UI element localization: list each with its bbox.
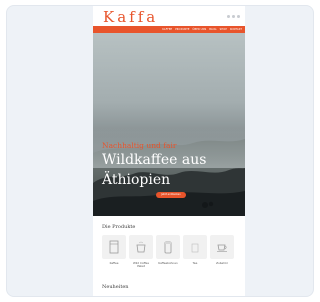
jar-icon — [164, 241, 172, 254]
hero-cta-button[interactable]: Jetzt entdecken — [156, 192, 186, 198]
product-card-wild-coffee[interactable]: Wild Coffee Paket — [129, 235, 153, 269]
product-card-zubehoer[interactable]: Zubehör — [210, 235, 234, 269]
product-label: Kaffee — [109, 261, 119, 265]
coffee-bag-icon — [109, 240, 119, 254]
nav-item-kaffee[interactable]: KAFFEE — [162, 28, 172, 31]
product-card-kaffee[interactable]: Kaffee — [102, 235, 126, 269]
cup-icon — [136, 241, 146, 253]
nav-item-kontakt[interactable]: KONTAKT — [230, 28, 242, 31]
nav-item-ueber-uns[interactable]: ÜBER UNS — [193, 28, 207, 31]
nav-item-shop[interactable]: SHOP — [220, 28, 227, 31]
products-section-title: Die Produkte — [102, 224, 136, 230]
nav-item-blog[interactable]: BLOG — [209, 28, 216, 31]
brand-logo[interactable]: Kaffa — [103, 8, 158, 26]
hero-eyebrow: Nachhaltig und fair — [102, 141, 177, 150]
site-header: Kaffa — [93, 6, 245, 26]
mobile-page: Kaffa KAFFEE PRODUKTE ÜBER UNS BLOG SHOP… — [93, 6, 245, 296]
news-section-title: Neuheiten — [102, 284, 129, 290]
product-card-kaffeebohnen[interactable]: Kaffeebohnen — [156, 235, 180, 269]
hero-title: Wildkaffee aus Äthiopien — [102, 152, 207, 188]
product-label: Tee — [192, 261, 198, 265]
main-nav: KAFFEE PRODUKTE ÜBER UNS BLOG SHOP KONTA… — [93, 26, 245, 33]
product-label: Kaffeebohnen — [158, 261, 178, 265]
cup-saucer-icon — [217, 244, 227, 252]
tea-icon — [191, 243, 199, 253]
nav-item-produkte[interactable]: PRODUKTE — [175, 28, 189, 31]
product-label: Wild Coffee Paket — [133, 261, 149, 269]
product-label: Zubehör — [216, 261, 228, 265]
hero-banner: Nachhaltig und fair Wildkaffee aus Äthio… — [93, 33, 245, 216]
product-list: Kaffee Wild Coffee Paket Kaffeebohnen Te… — [102, 235, 234, 269]
menu-dots-icon[interactable] — [227, 15, 240, 18]
preview-card: Kaffa KAFFEE PRODUKTE ÜBER UNS BLOG SHOP… — [6, 5, 314, 297]
product-card-tee[interactable]: Tee — [183, 235, 207, 269]
